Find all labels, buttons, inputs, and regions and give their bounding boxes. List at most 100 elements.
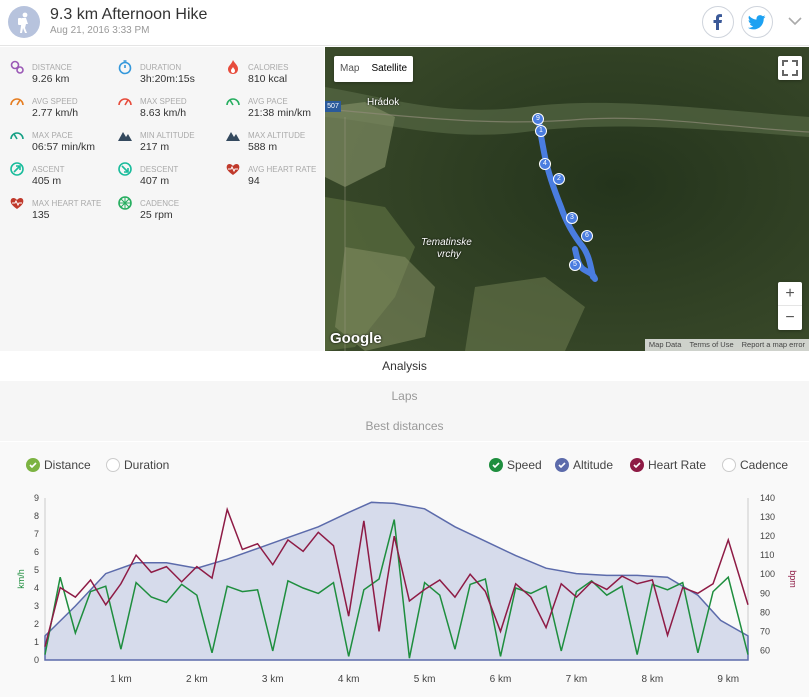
stat-label: MAX PACE	[32, 131, 73, 140]
stat-value: 588 m	[248, 141, 278, 153]
map-footer: Map Data Terms of Use Report a map error	[644, 339, 809, 351]
place-label-hradok: Hrádok	[367, 97, 400, 108]
legend-speed-label: Speed	[507, 458, 542, 472]
legend-duration[interactable]: Duration	[106, 458, 169, 472]
stopwatch-icon	[118, 60, 132, 75]
route-marker[interactable]: 3	[566, 212, 578, 224]
stat-label: DISTANCE	[32, 63, 72, 72]
stat-distance: DISTANCE 9.26 km	[0, 53, 108, 87]
stat-label: MIN ALTITUDE	[140, 131, 195, 140]
stat-avg-pace: AVG PACE 21:38 min/km	[216, 87, 324, 121]
stat-label: AVG PACE	[248, 97, 288, 106]
legend-altitude[interactable]: Altitude	[555, 458, 613, 472]
fullscreen-icon	[782, 60, 798, 76]
fullscreen-button[interactable]	[778, 56, 802, 80]
map-type-satellite-button[interactable]: Satellite	[365, 56, 413, 82]
y-tick-left: 7	[34, 529, 39, 539]
checkbox-checked-icon	[489, 458, 503, 472]
zoom-in-button[interactable]: +	[778, 282, 802, 306]
legend-cadence-label: Cadence	[740, 458, 789, 472]
y-tick-right: 110	[760, 550, 774, 560]
legend-duration-label: Duration	[124, 458, 170, 472]
legend-cadence[interactable]: Cadence	[722, 458, 788, 472]
map-type-toggle: Map Satellite	[334, 56, 414, 82]
hiker-avatar-icon	[8, 6, 40, 38]
stat-value: 810 kcal	[248, 73, 288, 85]
stats-panel: DISTANCE 9.26 km DURATION 3h:20m:15s CALORIE…	[0, 47, 324, 351]
route-marker[interactable]: 5	[569, 259, 581, 271]
tab-best-distances[interactable]: Best distances	[0, 411, 809, 441]
route-marker[interactable]: 2	[553, 173, 565, 185]
x-tick: 9 km	[717, 674, 739, 685]
x-tick: 4 km	[338, 674, 360, 685]
analysis-chart-area: Distance Duration Speed Altitude Heart R…	[0, 442, 809, 697]
y-tick-right: 130	[760, 512, 775, 522]
y-axis-right-label: bpm	[788, 570, 798, 588]
facebook-share-button[interactable]	[702, 6, 734, 38]
stat-value: 135	[32, 209, 50, 221]
stat-calories: CALORIES 810 kcal	[216, 53, 324, 87]
map-type-map-button[interactable]: Map	[334, 56, 365, 82]
tab-analysis[interactable]: Analysis	[0, 351, 809, 381]
y-tick-left: 0	[34, 655, 39, 665]
y-tick-left: 9	[34, 493, 39, 503]
route-marker[interactable]: 6	[581, 230, 593, 242]
legend-speed[interactable]: Speed	[489, 458, 542, 472]
stat-duration: DURATION 3h:20m:15s	[108, 53, 216, 87]
y-tick-left: 2	[34, 619, 39, 629]
report-map-error-link[interactable]: Report a map error	[738, 339, 809, 351]
stat-label: MAX HEART RATE	[32, 199, 102, 208]
activity-chart[interactable]: 0 1 2 3 4 5 6 7 8 9 60 70 80 90 100 110 120 130 140 1 km 2 k…	[0, 488, 809, 697]
stat-value: 217 m	[140, 141, 170, 153]
zoom-out-button[interactable]: −	[778, 306, 802, 330]
stat-value: 9.26 km	[32, 73, 70, 85]
x-tick: 8 km	[642, 674, 664, 685]
stat-value: 3h:20m:15s	[140, 73, 195, 85]
stat-value: 407 m	[140, 175, 170, 187]
activity-header: 9.3 km Afternoon Hike Aug 21, 2016 3:33 …	[0, 0, 809, 46]
map-data-link[interactable]: Map Data	[645, 339, 686, 351]
twitter-share-button[interactable]	[741, 6, 773, 38]
mountain-icon	[226, 132, 240, 141]
activity-date: Aug 21, 2016 3:33 PM	[50, 25, 150, 36]
y-tick-left: 3	[34, 601, 39, 611]
stat-max-speed: MAX SPEED 8.63 km/h	[108, 87, 216, 121]
stat-max-heart-rate: MAX HEART RATE 135	[0, 189, 108, 223]
place-label-tematinske: Tematinske	[421, 237, 472, 248]
checkbox-checked-icon	[26, 458, 40, 472]
gauge-icon	[10, 132, 24, 140]
terms-of-use-link[interactable]: Terms of Use	[685, 339, 737, 351]
stat-label: DURATION	[140, 63, 182, 72]
legend-heart-rate[interactable]: Heart Rate	[630, 458, 706, 472]
stat-descent: DESCENT 407 m	[108, 155, 216, 189]
x-tick: 1 km	[110, 674, 132, 685]
stat-label: CALORIES	[248, 63, 289, 72]
heart-icon	[226, 164, 240, 175]
y-tick-left: 5	[34, 565, 39, 575]
road-number-badge: 507	[325, 101, 341, 112]
altitude-series	[44, 501, 749, 661]
distance-pin-icon	[10, 60, 24, 74]
stat-avg-speed: AVG SPEED 2.77 km/h	[0, 87, 108, 121]
route-marker[interactable]: 4	[539, 158, 551, 170]
legend-altitude-label: Altitude	[573, 458, 614, 472]
stat-value: 94	[248, 175, 260, 187]
stat-label: AVG HEART RATE	[248, 165, 317, 174]
tab-laps[interactable]: Laps	[0, 381, 809, 411]
chevron-down-icon[interactable]	[786, 12, 804, 30]
stat-value: 25 rpm	[140, 209, 173, 221]
y-tick-right: 60	[760, 645, 770, 655]
stat-avg-heart-rate: AVG HEART RATE 94	[216, 155, 324, 189]
stat-label: ASCENT	[32, 165, 65, 174]
compass-up-icon	[10, 162, 24, 176]
checkbox-unchecked-icon	[106, 458, 120, 472]
route-marker[interactable]: 1	[535, 125, 547, 137]
zoom-controls: + −	[778, 282, 802, 330]
heart-icon	[10, 198, 24, 209]
route-map[interactable]: 91 42 36 5 507 Hrádok Tematinske vrchy Map …	[325, 47, 809, 351]
y-tick-right: 80	[760, 607, 770, 617]
analysis-tabs: Analysis Laps Best distances	[0, 351, 809, 441]
route-marker[interactable]: 9	[532, 113, 544, 125]
legend-distance[interactable]: Distance	[26, 458, 91, 472]
satellite-imagery	[325, 47, 809, 351]
